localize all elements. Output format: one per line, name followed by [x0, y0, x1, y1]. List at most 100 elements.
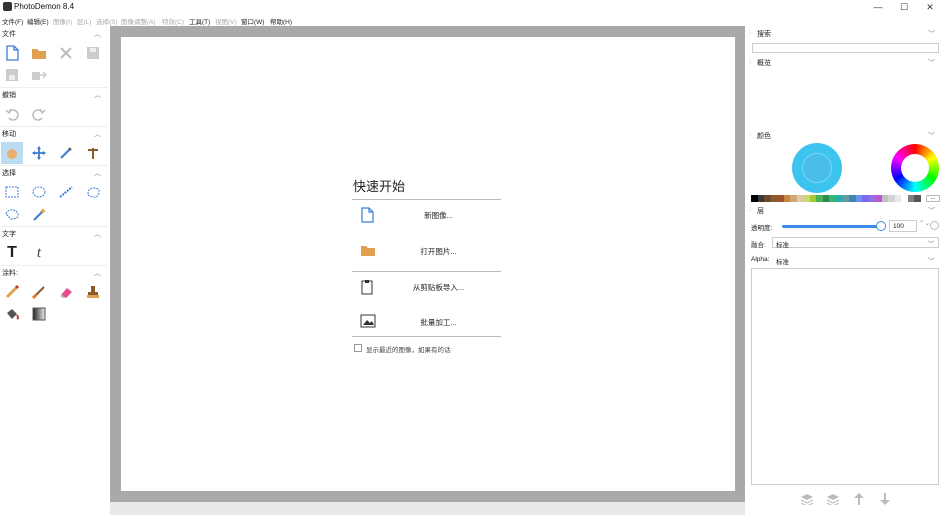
divider — [0, 87, 108, 88]
text-icon[interactable]: T — [1, 242, 23, 264]
save-as-icon[interactable] — [1, 64, 23, 86]
section-text-label: 文字 — [2, 231, 16, 238]
menu-adjust[interactable]: 图像调整(A) — [121, 16, 156, 26]
divider — [352, 336, 501, 337]
grip-icon[interactable]: ⁝ — [749, 29, 751, 37]
move-layer-up-icon[interactable] — [851, 492, 867, 506]
magic-wand-icon[interactable] — [28, 203, 50, 225]
new-image-button[interactable]: 新图像... — [352, 200, 501, 230]
minimize-button[interactable]: — — [865, 0, 891, 14]
chevron-down-icon: ﹀ — [928, 258, 935, 265]
spinner-icon[interactable]: ⌃⌄ — [919, 219, 930, 227]
section-paint-label: 涂料: — [2, 270, 18, 277]
maximize-button[interactable]: ☐ — [891, 0, 917, 14]
pencil-icon[interactable] — [1, 281, 23, 303]
hand-icon[interactable] — [1, 142, 23, 164]
menu-effects[interactable]: 特效(C) — [162, 16, 184, 26]
brush-icon[interactable] — [28, 281, 50, 303]
color-picker-icon[interactable] — [55, 142, 77, 164]
grip-icon[interactable]: ⁝ — [749, 206, 751, 214]
measure-icon[interactable] — [82, 142, 104, 164]
save-icon[interactable] — [82, 42, 104, 64]
open-image-button[interactable]: 打开图片... — [352, 236, 501, 266]
redo-icon[interactable] — [28, 103, 50, 125]
alpha-mode-select[interactable]: 标准 — [772, 254, 939, 266]
palette-more-button[interactable]: ... — [926, 195, 940, 202]
lasso-select-icon[interactable] — [82, 181, 104, 203]
export-icon[interactable] — [28, 64, 50, 86]
menu-layer[interactable]: 层(L) — [77, 16, 91, 26]
blend-mode-select[interactable]: 标准 — [772, 237, 939, 249]
window-title: PhotoDemon 8.4 — [14, 2, 75, 11]
divider — [0, 165, 108, 166]
menu-tools[interactable]: 工具(T) — [189, 16, 210, 26]
grip-icon[interactable]: ⁝ — [749, 131, 751, 139]
color-panel-title: 颜色 — [757, 133, 771, 140]
move-layer-down-icon[interactable] — [877, 492, 893, 506]
quickstart-title: 快速开始 — [353, 179, 406, 194]
chevron-down-icon[interactable]: ﹀ — [928, 58, 935, 68]
line-select-icon[interactable] — [55, 181, 77, 203]
polygon-select-icon[interactable] — [1, 203, 23, 225]
color-wheel-center — [901, 154, 929, 182]
new-file-icon[interactable] — [1, 42, 23, 64]
status-bar — [110, 502, 745, 515]
add-layer-icon[interactable] — [799, 492, 815, 506]
opacity-label: 透明度: — [751, 225, 773, 232]
new-image-label: 新图像... — [424, 211, 453, 220]
batch-process-button[interactable]: 批量加工... — [352, 307, 501, 337]
chevron-up-icon[interactable]: ︿ — [94, 129, 101, 139]
layers-panel-title: 层 — [757, 208, 764, 215]
import-clipboard-button[interactable]: 从剪贴板导入... — [352, 272, 501, 302]
move-icon[interactable] — [28, 142, 50, 164]
divider — [0, 126, 108, 127]
menu-file[interactable]: 文件(F) — [2, 16, 23, 26]
overview-panel-title: 概览 — [757, 60, 771, 67]
chevron-up-icon[interactable]: ︿ — [94, 90, 101, 100]
title-bar — [0, 0, 942, 14]
eraser-icon[interactable] — [55, 281, 77, 303]
blend-label: 融合: — [751, 242, 766, 249]
open-image-label: 打开图片... — [420, 247, 457, 256]
chevron-down-icon[interactable]: ﹀ — [928, 29, 935, 39]
ellipse-select-icon[interactable] — [28, 181, 50, 203]
import-clipboard-label: 从剪贴板导入... — [412, 283, 465, 292]
chevron-up-icon[interactable]: ︿ — [94, 229, 101, 239]
opacity-slider-thumb[interactable] — [876, 221, 886, 231]
color-preview — [802, 153, 832, 183]
rect-select-icon[interactable] — [1, 181, 23, 203]
chevron-up-icon[interactable]: ︿ — [94, 268, 101, 278]
menu-image[interactable]: 图像(I) — [53, 16, 72, 26]
show-recent-checkbox[interactable] — [354, 344, 362, 352]
delete-layer-icon[interactable] — [825, 492, 841, 506]
chevron-down-icon[interactable]: ﹀ — [928, 131, 935, 141]
undo-icon[interactable] — [1, 103, 23, 125]
menu-view[interactable]: 视图(V) — [215, 16, 237, 26]
layer-list[interactable] — [751, 268, 939, 485]
search-input[interactable] — [752, 43, 939, 53]
chevron-up-icon[interactable]: ︿ — [94, 29, 101, 39]
chevron-down-icon: ﹀ — [928, 241, 935, 248]
grip-icon[interactable]: ⁝ — [749, 58, 751, 66]
batch-process-label: 批量加工... — [420, 318, 457, 327]
color-palette[interactable] — [751, 195, 921, 202]
show-recent-label: 显示最近的图像，如果有的话 — [366, 347, 451, 354]
menu-select[interactable]: 选择(S) — [96, 16, 118, 26]
close-window-button[interactable]: ✕ — [917, 0, 942, 14]
close-icon[interactable] — [55, 42, 77, 64]
chevron-down-icon[interactable]: ﹀ — [928, 206, 935, 216]
reset-icon[interactable] — [930, 221, 939, 230]
chevron-up-icon[interactable]: ︿ — [94, 168, 101, 178]
menu-help[interactable]: 帮助(H) — [270, 16, 292, 26]
opacity-slider[interactable] — [782, 225, 882, 228]
fill-icon[interactable] — [1, 303, 23, 325]
gradient-icon[interactable] — [28, 303, 50, 325]
menu-edit[interactable]: 编辑(E) — [27, 16, 49, 26]
clone-stamp-icon[interactable] — [82, 281, 104, 303]
divider — [0, 265, 108, 266]
menu-window[interactable]: 窗口(W) — [241, 16, 264, 26]
palette-swatch[interactable] — [914, 195, 921, 202]
opacity-value-input[interactable]: 100 — [889, 220, 917, 232]
open-folder-icon[interactable] — [28, 42, 50, 64]
typography-icon[interactable]: t — [28, 242, 50, 264]
